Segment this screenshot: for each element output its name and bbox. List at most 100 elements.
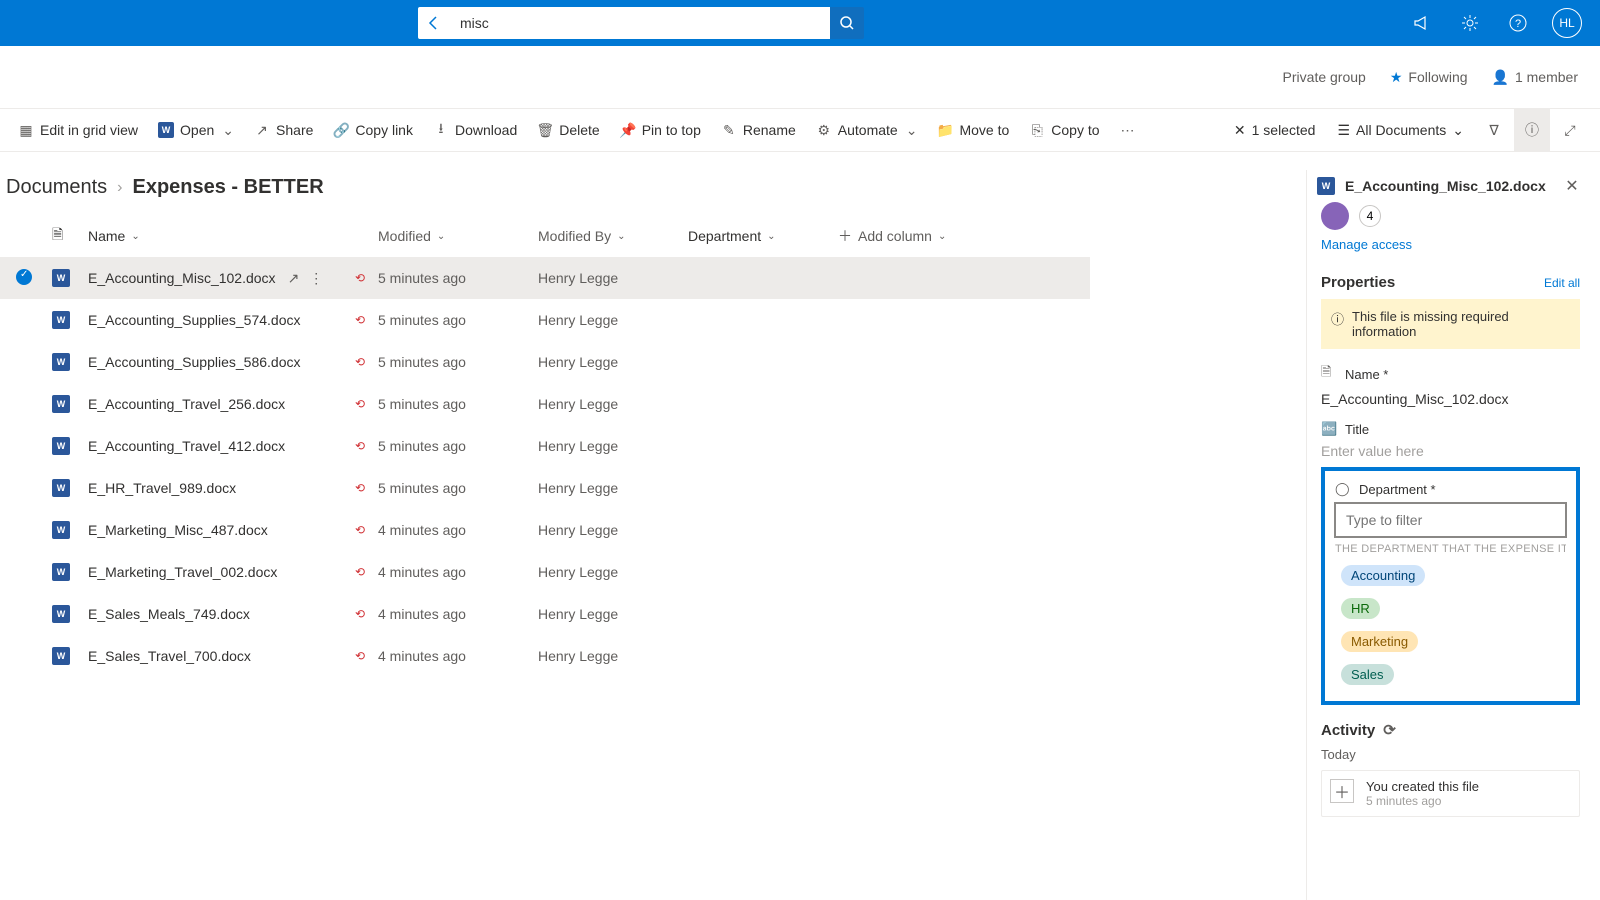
edit-all-link[interactable]: Edit all <box>1544 276 1580 290</box>
table-row[interactable]: WE_Marketing_Misc_487.docx⟲4 minutes ago… <box>0 509 1090 551</box>
details-panel: W E_Accounting_Misc_102.docx ✕ 4 Manage … <box>1306 170 1594 900</box>
column-name[interactable]: Name⌄ <box>88 228 378 244</box>
attention-icon: ⟲ <box>352 648 368 664</box>
table-row[interactable]: WE_Accounting_Travel_412.docx⟲5 minutes … <box>0 425 1090 467</box>
modified-cell: 4 minutes ago <box>378 648 538 664</box>
modified-cell: 4 minutes ago <box>378 522 538 538</box>
modified-cell: 5 minutes ago <box>378 480 538 496</box>
attention-icon: ⟲ <box>352 606 368 622</box>
search-button[interactable] <box>830 7 864 39</box>
word-icon: W <box>52 563 70 581</box>
user-avatar[interactable]: HL <box>1552 8 1582 38</box>
name-field-label: 🗎Name * <box>1321 363 1580 385</box>
file-name[interactable]: E_Marketing_Misc_487.docx <box>88 522 268 538</box>
copy-to-button[interactable]: ⎘Copy to <box>1019 109 1109 151</box>
more-icon[interactable]: ⋮ <box>309 270 323 287</box>
help-icon[interactable]: ? <box>1494 0 1542 46</box>
filter-icon[interactable]: ∇ <box>1476 108 1512 152</box>
file-name[interactable]: E_Accounting_Supplies_574.docx <box>88 312 301 328</box>
group-subheader: Private group ★Following 👤1 member <box>0 46 1600 108</box>
megaphone-icon[interactable] <box>1398 0 1446 46</box>
view-switcher[interactable]: ☰All Documents⌄ <box>1327 108 1474 152</box>
table-row[interactable]: WE_Sales_Meals_749.docx⟲4 minutes agoHen… <box>0 593 1090 635</box>
modified-cell: 5 minutes ago <box>378 438 538 454</box>
column-modified-by[interactable]: Modified By⌄ <box>538 228 688 244</box>
word-icon: W <box>52 311 70 329</box>
manage-access-link[interactable]: Manage access <box>1321 237 1412 252</box>
department-options: Accounting HR Marketing Sales <box>1335 559 1566 691</box>
option-sales[interactable]: Sales <box>1335 658 1566 691</box>
modified-by-cell: Henry Legge <box>538 606 688 622</box>
title-field-input[interactable]: Enter value here <box>1321 443 1580 459</box>
file-name[interactable]: E_HR_Travel_989.docx <box>88 480 236 496</box>
clear-selection-button[interactable]: ✕ 1 selected <box>1224 108 1326 152</box>
department-field-highlight: ◯Department * The department that the ex… <box>1321 467 1580 705</box>
table-row[interactable]: WE_Marketing_Travel_002.docx⟲4 minutes a… <box>0 551 1090 593</box>
more-actions-button[interactable]: ⋯ <box>1110 109 1146 151</box>
attention-icon: ⟲ <box>352 270 368 286</box>
column-modified[interactable]: Modified⌄ <box>378 228 538 244</box>
avatar <box>1321 202 1349 230</box>
table-row[interactable]: WE_Accounting_Supplies_574.docx⟲5 minute… <box>0 299 1090 341</box>
option-marketing[interactable]: Marketing <box>1335 625 1566 658</box>
modified-by-cell: Henry Legge <box>538 480 688 496</box>
table-row[interactable]: WE_Accounting_Supplies_586.docx⟲5 minute… <box>0 341 1090 383</box>
members-link[interactable]: 👤1 member <box>1492 69 1578 86</box>
file-name[interactable]: E_Accounting_Travel_412.docx <box>88 438 285 454</box>
rename-button[interactable]: ✎Rename <box>711 109 806 151</box>
file-name[interactable]: E_Sales_Travel_700.docx <box>88 648 251 664</box>
delete-button[interactable]: 🗑Delete <box>527 109 609 151</box>
settings-icon[interactable] <box>1446 0 1494 46</box>
edit-grid-button[interactable]: ▦Edit in grid view <box>8 109 148 151</box>
attention-icon: ⟲ <box>352 312 368 328</box>
option-accounting[interactable]: Accounting <box>1335 559 1566 592</box>
modified-by-cell: Henry Legge <box>538 564 688 580</box>
name-field-value[interactable]: E_Accounting_Misc_102.docx <box>1321 391 1580 407</box>
close-panel-button[interactable]: ✕ <box>1560 176 1584 196</box>
automate-button[interactable]: ⚙Automate⌄ <box>806 109 928 151</box>
title-field-label: 🔤Title <box>1321 421 1580 437</box>
download-button[interactable]: ⭳Download <box>423 109 527 151</box>
missing-info-warning: ⓘ This file is missing required informat… <box>1321 299 1580 349</box>
file-name[interactable]: E_Accounting_Travel_256.docx <box>88 396 285 412</box>
details-pane-toggle[interactable]: ⓘ <box>1514 108 1550 152</box>
attention-icon: ⟲ <box>352 438 368 454</box>
share-icon[interactable]: ↗ <box>288 270 300 287</box>
open-button[interactable]: WOpen⌄ <box>148 109 244 151</box>
breadcrumb-current: Expenses - BETTER <box>132 176 323 199</box>
row-checkbox[interactable] <box>16 269 32 285</box>
add-column-button[interactable]: ＋Add column⌄ <box>838 226 988 246</box>
expand-icon[interactable]: ⤢ <box>1552 108 1588 152</box>
modified-by-cell: Henry Legge <box>538 354 688 370</box>
table-row[interactable]: WE_HR_Travel_989.docx⟲5 minutes agoHenry… <box>0 467 1090 509</box>
search-back-button[interactable] <box>418 7 450 39</box>
activity-heading: Activity ⟳ <box>1321 721 1580 739</box>
file-name[interactable]: E_Marketing_Travel_002.docx <box>88 564 277 580</box>
search-input[interactable] <box>450 7 830 39</box>
table-row[interactable]: WE_Accounting_Travel_256.docx⟲5 minutes … <box>0 383 1090 425</box>
attention-icon: ⟲ <box>352 522 368 538</box>
word-icon: W <box>52 395 70 413</box>
file-type-icon-header[interactable]: 🗎 <box>52 224 88 248</box>
chevron-right-icon: › <box>117 179 122 197</box>
table-row[interactable]: WE_Sales_Travel_700.docx⟲4 minutes agoHe… <box>0 635 1090 677</box>
word-icon: W <box>52 269 70 287</box>
copy-link-button[interactable]: 🔗Copy link <box>323 109 423 151</box>
share-button[interactable]: ↗Share <box>244 109 323 151</box>
attention-icon: ⟲ <box>352 396 368 412</box>
move-to-button[interactable]: 📁Move to <box>927 109 1019 151</box>
column-department[interactable]: Department⌄ <box>688 228 838 244</box>
option-hr[interactable]: HR <box>1335 592 1566 625</box>
file-name[interactable]: E_Accounting_Misc_102.docx <box>88 270 276 286</box>
file-name[interactable]: E_Accounting_Supplies_586.docx <box>88 354 301 370</box>
table-row[interactable]: WE_Accounting_Misc_102.docx↗⋮⟲5 minutes … <box>0 257 1090 299</box>
following-toggle[interactable]: ★Following <box>1390 69 1468 86</box>
pin-button[interactable]: 📌Pin to top <box>610 109 711 151</box>
department-hint-text: The department that the expense item is … <box>1335 543 1566 555</box>
refresh-icon[interactable]: ⟳ <box>1383 721 1396 739</box>
department-filter-input[interactable] <box>1335 503 1566 537</box>
modified-by-cell: Henry Legge <box>538 522 688 538</box>
file-name[interactable]: E_Sales_Meals_749.docx <box>88 606 250 622</box>
breadcrumb-root[interactable]: Documents <box>6 176 107 199</box>
activity-timestamp: 5 minutes ago <box>1366 794 1479 808</box>
